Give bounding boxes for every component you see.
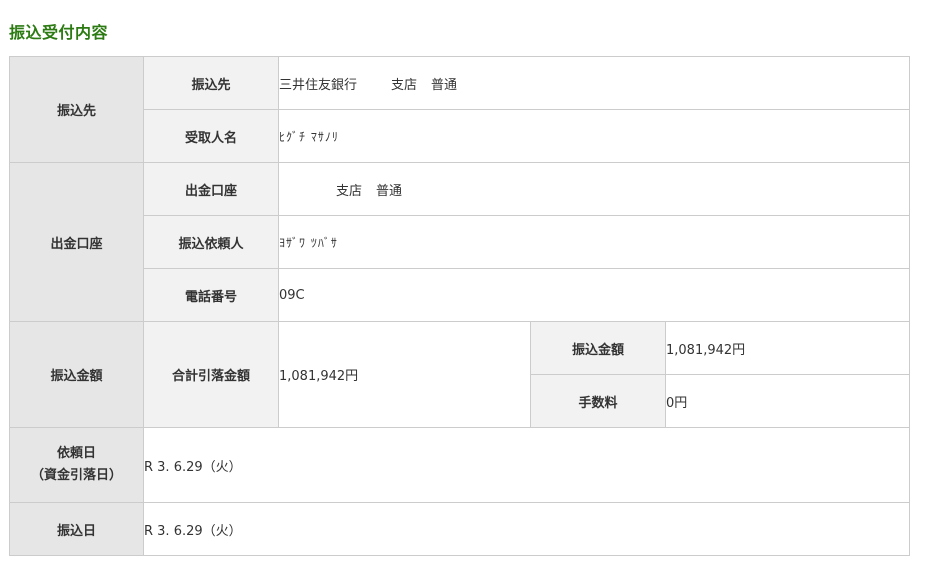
payee-section-header: 振込先 [9,56,144,163]
fee-label: 手数料 [530,374,666,428]
table-row: 振込日 R 3. 6.29（火） [9,502,911,556]
source-account-type: 普通 [376,183,403,199]
request-date-label-line2: （資金引落日） [30,468,122,483]
recipient-label: 受取人名 [143,109,279,163]
table-row: 振込先 振込先 三井住友銀行 支店 普通 [9,56,911,163]
table-row: 受取人名 ﾋｸﾞﾁ ﾏｻﾉﾘ [10,109,911,163]
payee-account-type: 普通 [431,77,458,93]
table-row: 依頼日 （資金引落日） R 3. 6.29（火） [9,427,911,503]
transfer-amount-label: 振込金額 [530,321,666,375]
payee-branch: 支店 [391,77,418,93]
source-section-header: 出金口座 [9,162,144,322]
table-row: 出金口座 出金口座 支店 普通 [9,162,911,322]
transfer-date-label: 振込日 [9,502,144,556]
destination-value: 三井住友銀行 支店 普通 [277,56,911,110]
page-title: 振込受付内容 [9,23,109,42]
source-branch: 支店 [336,183,363,199]
source-account-label: 出金口座 [143,162,279,216]
table-row: 振込金額 合計引落金額 1,081,942円 振込金額 1,081,942円 [9,321,911,428]
request-date-label: 依頼日 （資金引落日） [9,427,144,503]
transfer-date-value: R 3. 6.29（火） [142,502,911,556]
source-account-value: 支店 普通 [277,162,911,216]
total-debit-label: 合計引落金額 [143,321,279,428]
request-date-label-line1: 依頼日 [56,446,96,461]
requester-name: ﾖｻﾞﾜ ﾂﾊﾞｻ [277,215,911,269]
fee-value: 0円 [664,374,911,428]
destination-label: 振込先 [143,56,279,110]
transfer-amount-value: 1,081,942円 [664,321,911,375]
transfer-summary-table: 振込先 振込先 三井住友銀行 支店 普通 受取人名 ﾋｸﾞﾁ ﾏｻﾉﾘ 出金口座 出… [9,56,911,556]
table-row: 振込依頼人 ﾖｻﾞﾜ ﾂﾊﾞｻ [10,215,911,269]
total-debit-value: 1,081,942円 [278,321,531,428]
requester-label: 振込依頼人 [143,215,279,269]
request-date-value: R 3. 6.29（火） [142,427,911,503]
amount-section-header: 振込金額 [9,321,144,428]
phone-value: 09C [277,268,911,322]
phone-label: 電話番号 [143,268,279,322]
recipient-name: ﾋｸﾞﾁ ﾏｻﾉﾘ [277,109,911,163]
table-row: 電話番号 09C [10,268,911,322]
bank-name: 三井住友銀行 [279,77,358,93]
